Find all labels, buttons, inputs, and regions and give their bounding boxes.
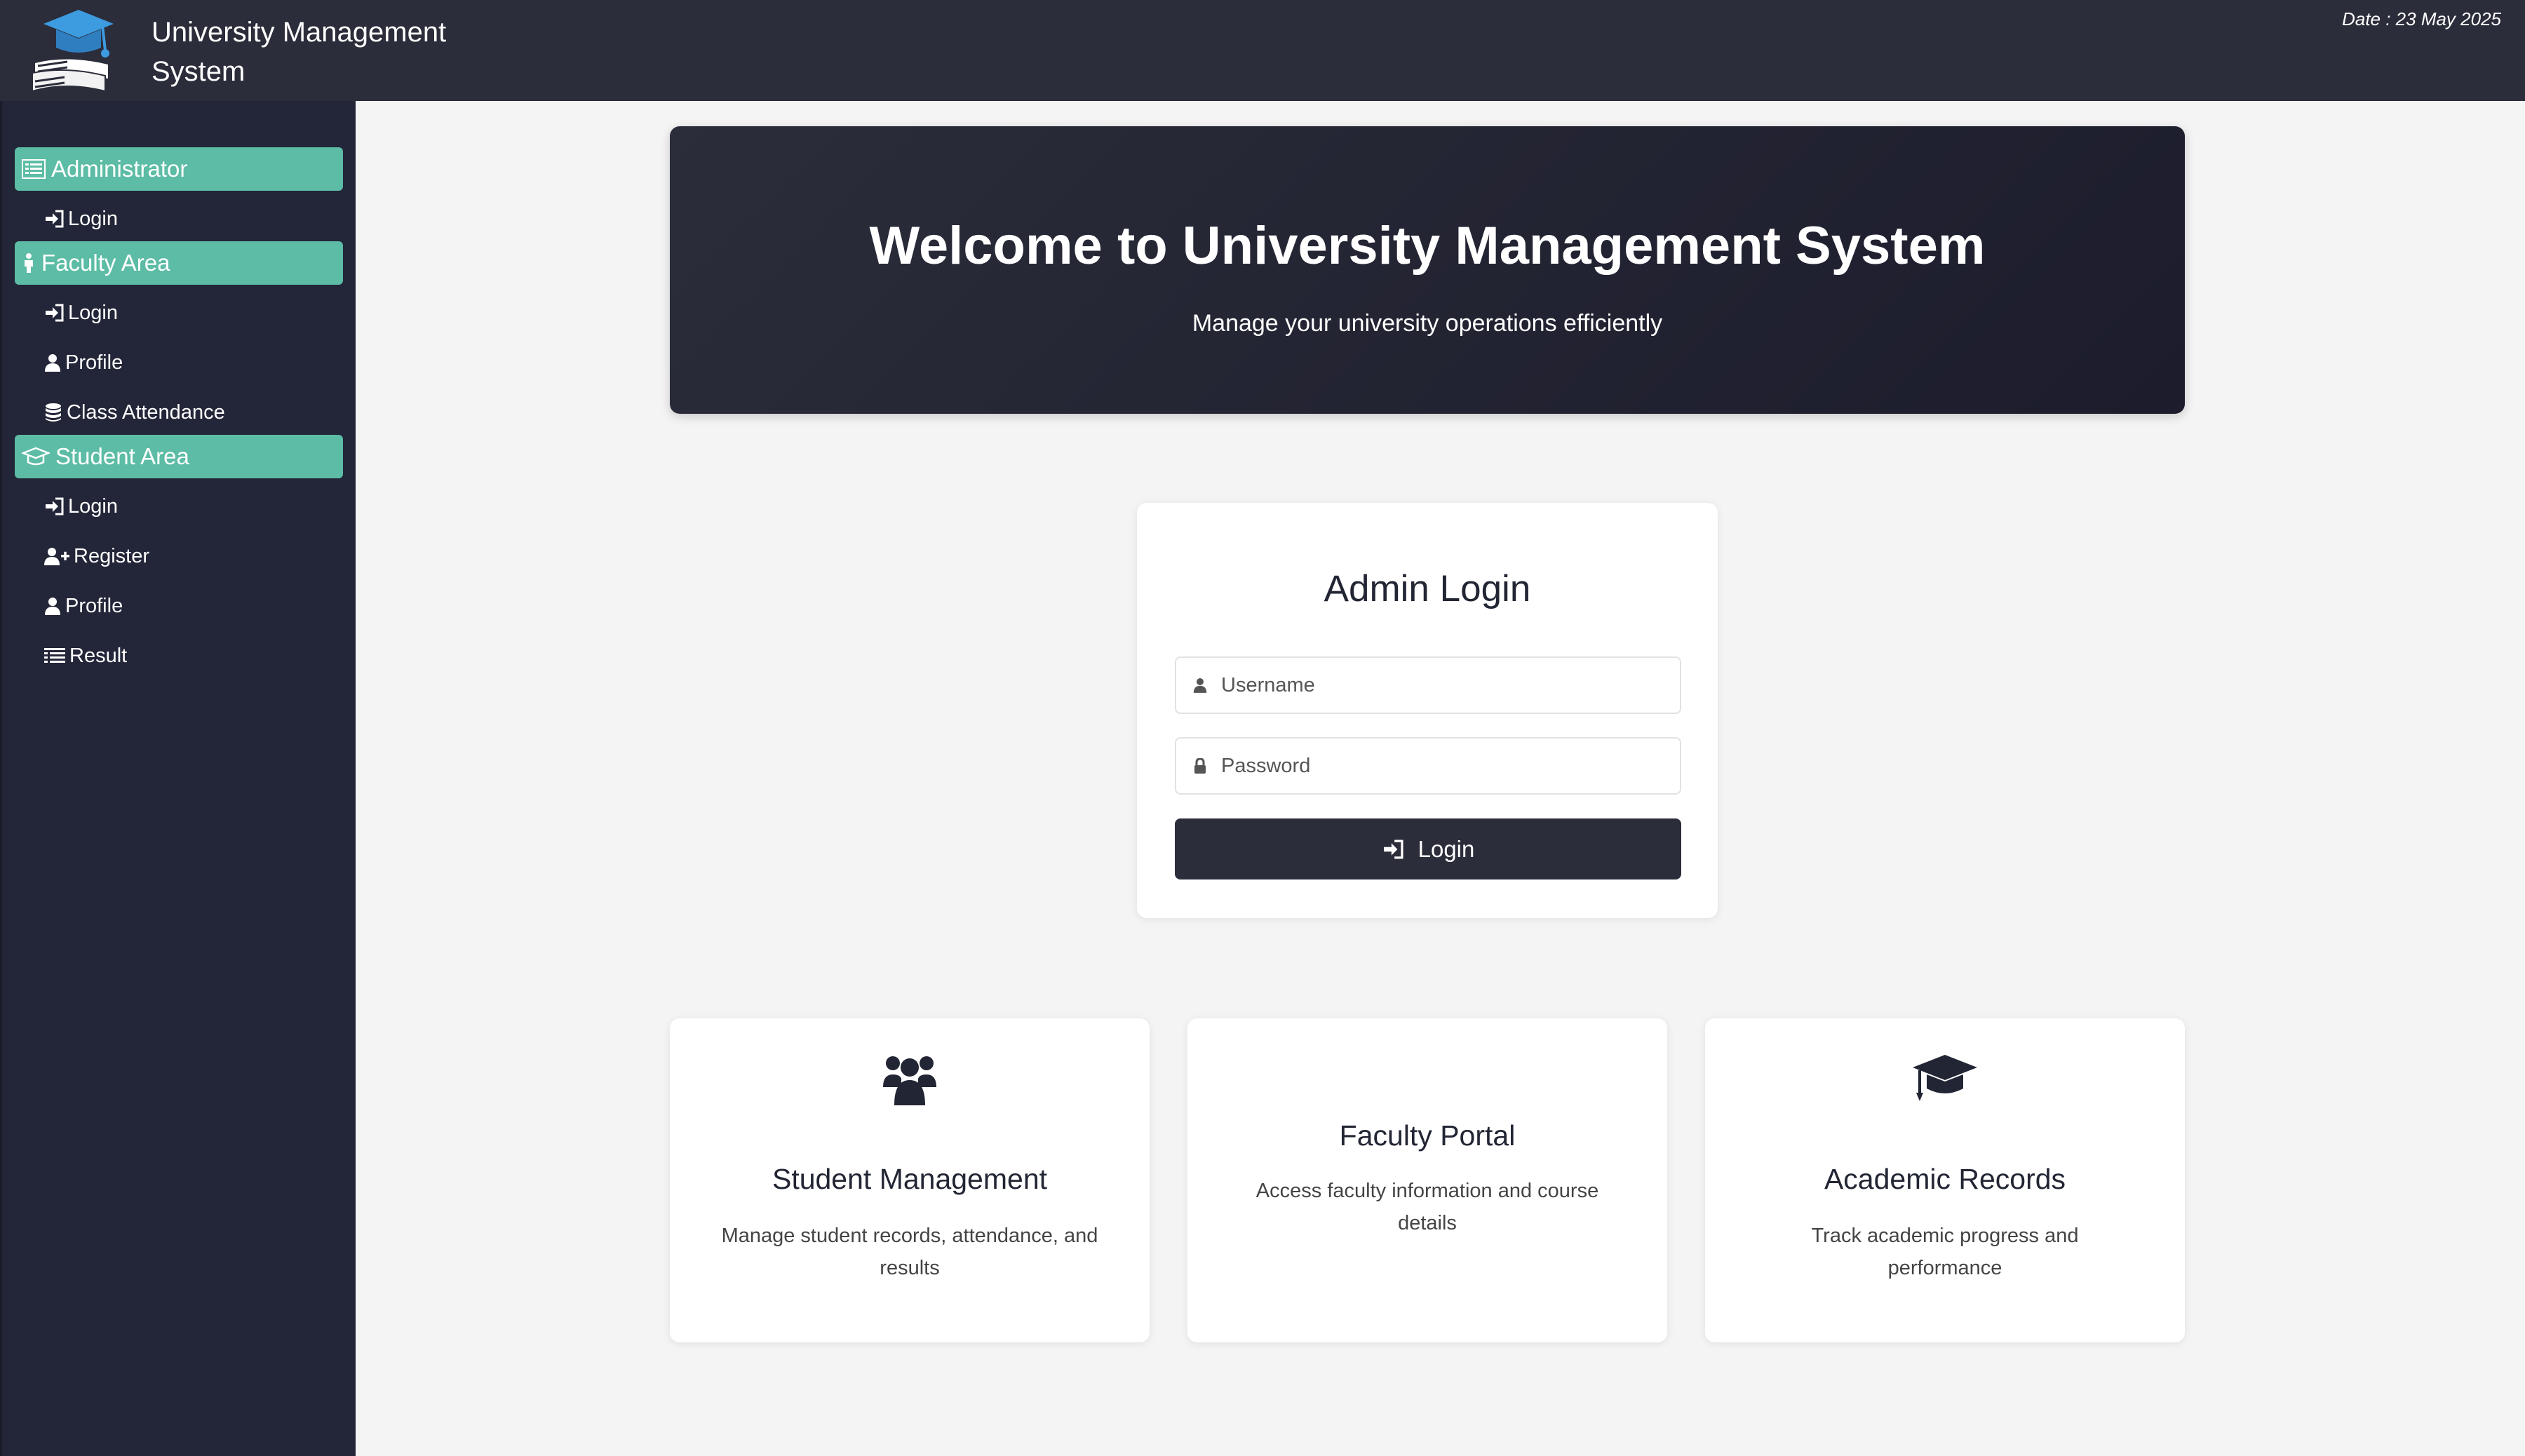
sidebar-section-student-area[interactable]: Student Area: [15, 435, 343, 478]
sidebar-item-label: Register: [74, 544, 149, 567]
person-icon: [25, 253, 33, 273]
welcome-banner: Welcome to University Management System …: [670, 126, 2185, 414]
feature-title: Faculty Portal: [1339, 1119, 1516, 1152]
lock-icon: [1194, 758, 1206, 774]
sidebar-section-label: Administrator: [51, 156, 188, 182]
login-title: Admin Login: [1324, 568, 1531, 609]
feature-card-faculty-portal: Faculty Portal Access faculty informatio…: [1187, 1018, 1667, 1342]
sign-in-icon: [46, 210, 64, 228]
sidebar-item-admin-login[interactable]: Login: [44, 203, 118, 234]
user-icon: [1193, 678, 1207, 693]
sidebar-item-label: Login: [68, 207, 118, 230]
feature-description: Manage student records, attendance, and …: [721, 1225, 1098, 1279]
sidebar-item-student-register[interactable]: Register: [44, 541, 149, 572]
password-input[interactable]: [1220, 753, 1643, 778]
sidebar-item-label: Login: [68, 494, 118, 518]
sign-in-icon: [46, 304, 64, 322]
sign-in-icon: [1383, 840, 1403, 858]
sign-in-icon: [46, 497, 64, 515]
user-icon: [45, 354, 60, 372]
list-icon: [22, 159, 46, 179]
user-icon: [45, 598, 60, 615]
graduation-cap-icon: [1913, 1055, 1977, 1101]
feature-title: Academic Records: [1824, 1163, 2066, 1195]
feature-title: Student Management: [772, 1163, 1048, 1195]
welcome-title: Welcome to University Management System: [869, 216, 1986, 276]
app-title: University Management System: [152, 17, 447, 87]
sidebar-item-student-result[interactable]: Result: [44, 640, 127, 671]
sidebar-item-student-profile[interactable]: Profile: [44, 591, 123, 621]
sidebar-item-student-login[interactable]: Login: [44, 491, 118, 522]
sidebar-section-administrator[interactable]: Administrator: [15, 147, 343, 191]
feature-description: Track academic progress and performance: [1811, 1225, 2079, 1279]
login-button-label: Login: [1418, 835, 1475, 862]
sidebar-item-label: Login: [68, 301, 118, 324]
sidebar-item-label: Profile: [65, 351, 123, 374]
university-logo-icon: [25, 6, 119, 94]
login-button[interactable]: Login: [1175, 818, 1681, 879]
sidebar-item-class-attendance[interactable]: Class Attendance: [44, 397, 225, 428]
admin-login-card: Admin Login Login: [1137, 503, 1718, 918]
sidebar-item-label: Class Attendance: [67, 400, 225, 424]
database-icon: [46, 403, 61, 422]
top-header: University Management System Date : 23 M…: [0, 0, 2525, 101]
sidebar-item-label: Result: [69, 644, 128, 667]
feature-description: Access faculty information and course de…: [1255, 1180, 1599, 1234]
feature-card-academic-records: Academic Records Track academic progress…: [1705, 1018, 2185, 1342]
sidebar-section-label: Faculty Area: [41, 250, 170, 276]
password-field[interactable]: [1175, 737, 1681, 795]
graduation-cap-icon: [22, 447, 50, 466]
user-plus-icon: [44, 548, 69, 565]
welcome-subtitle: Manage your university operations effici…: [1192, 310, 1663, 337]
sidebar-item-label: Profile: [65, 594, 123, 617]
list-icon: [44, 648, 65, 663]
username-input[interactable]: [1220, 673, 1643, 698]
current-date: Date : 23 May 2025: [2342, 8, 2501, 29]
feature-card-student-management: Student Management Manage student record…: [670, 1018, 1150, 1342]
sidebar-item-faculty-profile[interactable]: Profile: [44, 347, 123, 378]
sidebar-section-faculty-area[interactable]: Faculty Area: [15, 241, 343, 285]
sidebar-item-faculty-login[interactable]: Login: [44, 297, 118, 328]
users-icon: [883, 1056, 936, 1105]
sidebar: Administrator Login Faculty Area Login P…: [0, 101, 356, 1456]
sidebar-section-label: Student Area: [55, 443, 189, 469]
username-field[interactable]: [1175, 656, 1681, 714]
